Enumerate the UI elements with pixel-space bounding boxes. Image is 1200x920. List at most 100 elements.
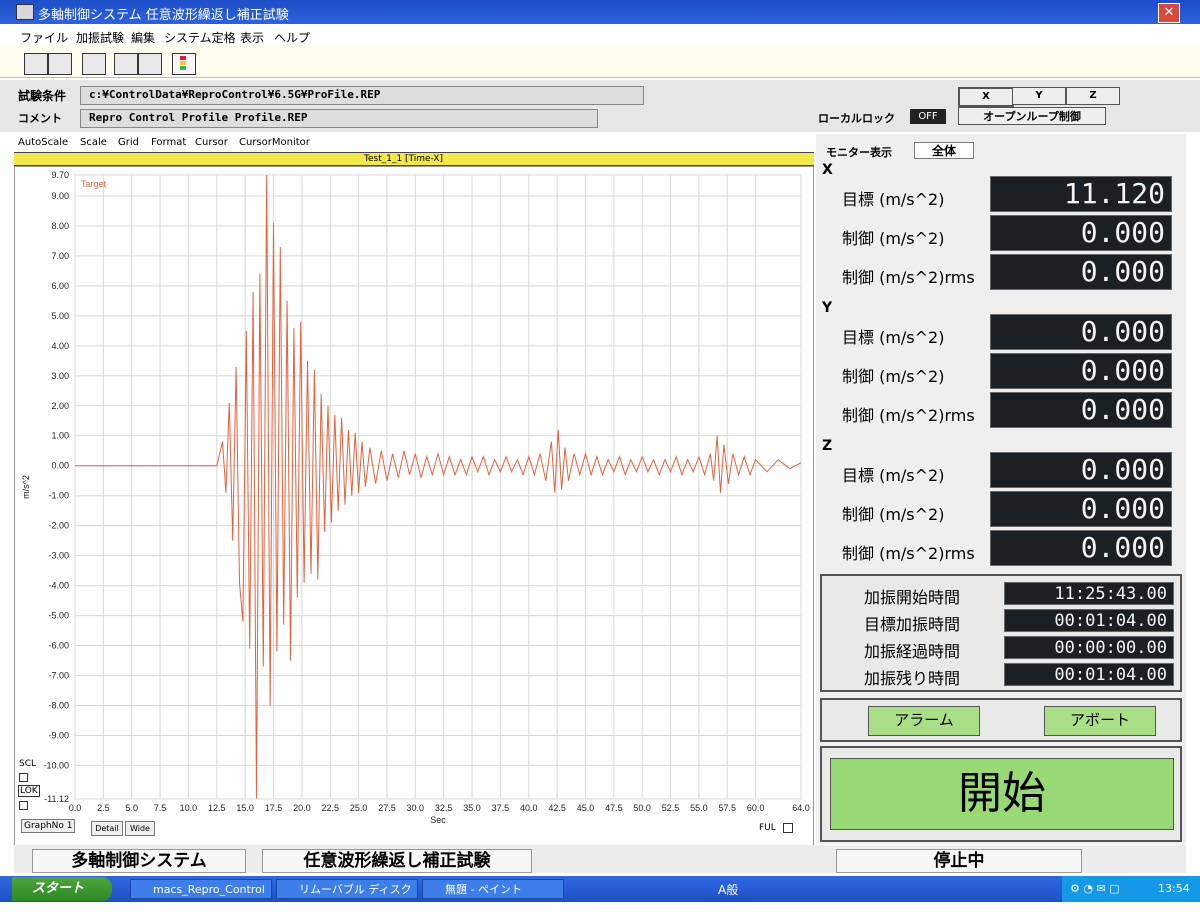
y-tick-label: 0.00 bbox=[51, 461, 69, 471]
comment-field[interactable]: Repro Control Profile Profile.REP bbox=[80, 109, 598, 128]
y-control-rms-value: 0.000 bbox=[990, 392, 1172, 428]
graph-title-bar: Test_1_1 [Time-X] bbox=[14, 152, 814, 166]
y-tick-label: 3.00 bbox=[51, 371, 69, 381]
alarm-button[interactable]: アラーム bbox=[868, 706, 980, 736]
ful-checkbox[interactable] bbox=[783, 823, 793, 833]
system-tray: ⚙ ◔ ✉ ▢ 13:54 bbox=[1062, 876, 1200, 902]
close-button[interactable]: ✕ bbox=[1158, 3, 1180, 23]
open-folder-icon[interactable] bbox=[24, 53, 48, 75]
menu-test[interactable]: 加振試験 bbox=[76, 29, 124, 46]
y-tick-label: -8.00 bbox=[48, 700, 69, 710]
z-control-rms-label: 制御 (m/s^2)rms bbox=[842, 544, 975, 563]
taskbar-item-paint[interactable]: 無題 - ペイント bbox=[422, 879, 564, 899]
graph-menu-cursor[interactable]: Cursor bbox=[195, 137, 228, 148]
x-tick-label: 52.5 bbox=[662, 803, 680, 813]
start-button[interactable]: 開始 bbox=[830, 758, 1174, 830]
x-tick-label: 30.0 bbox=[407, 803, 425, 813]
y-tick-label: -1.00 bbox=[48, 491, 69, 501]
x-tick-label: 15.0 bbox=[236, 803, 254, 813]
taskbar-item-removable-disk[interactable]: リムーバブル ディスク (E:) bbox=[276, 879, 418, 916]
axis-z-button[interactable]: Z bbox=[1066, 87, 1120, 105]
document-icon[interactable] bbox=[114, 53, 138, 75]
x-tick-label: 60.0 bbox=[747, 803, 765, 813]
clock: 13:54 bbox=[1158, 882, 1190, 895]
elapsed-time-value: 00:00:00.00 bbox=[1004, 636, 1174, 659]
time-panel: 加振開始時間 11:25:43.00 目標加振時間 00:01:04.00 加振… bbox=[820, 574, 1182, 692]
y-axis-label: m/s^2 bbox=[21, 475, 31, 499]
x-tick-label: 32.5 bbox=[435, 803, 453, 813]
axis-y-button[interactable]: Y bbox=[1012, 87, 1066, 105]
monitor-mode-select[interactable]: 全体 bbox=[914, 142, 974, 159]
x-tick-label: 47.5 bbox=[605, 803, 623, 813]
graph-menu-cursor-monitor[interactable]: CursorMonitor bbox=[239, 137, 310, 148]
x-tick-label: 27.5 bbox=[378, 803, 396, 813]
menu-help[interactable]: ヘルプ bbox=[274, 29, 310, 46]
z-target-value: 0.000 bbox=[990, 452, 1172, 488]
alarm-abort-panel: アラーム アボート bbox=[820, 698, 1182, 742]
graph-menu-grid[interactable]: Grid bbox=[118, 137, 139, 148]
x-tick-label: 50.0 bbox=[633, 803, 651, 813]
axis-z-label: Z bbox=[822, 438, 833, 454]
start-menu-button[interactable]: スタート bbox=[12, 877, 112, 901]
graph-menu-autoscale[interactable]: AutoScale bbox=[18, 137, 68, 148]
signal-icon[interactable] bbox=[172, 53, 196, 75]
print-icon[interactable] bbox=[82, 53, 106, 75]
monitor-panel: モニター表示 全体 X 目標 (m/s^2) 11.120 制御 (m/s^2)… bbox=[816, 134, 1186, 844]
x-target-label: 目標 (m/s^2) bbox=[842, 190, 945, 209]
save-icon[interactable] bbox=[48, 53, 72, 75]
local-lock-indicator: OFF bbox=[910, 109, 946, 124]
y-tick-label: -9.00 bbox=[48, 730, 69, 740]
y-tick-label: -7.00 bbox=[48, 671, 69, 681]
start-time-value: 11:25:43.00 bbox=[1004, 582, 1174, 605]
detail-button[interactable]: Detail bbox=[91, 821, 123, 836]
y-tick-label: 7.00 bbox=[51, 251, 69, 261]
z-control-value: 0.000 bbox=[990, 491, 1172, 527]
menu-file[interactable]: ファイル bbox=[20, 29, 68, 46]
y-target-label: 目標 (m/s^2) bbox=[842, 328, 945, 347]
graph-menu-format[interactable]: Format bbox=[151, 137, 186, 148]
line-chart[interactable]: 0.0 2.5 5.0 7.5 10.0 12.5 15.0 17.5 20.0 22.5 25.0… bbox=[15, 167, 813, 847]
x-tick-label: 0.0 bbox=[69, 803, 82, 813]
y-control-value: 0.000 bbox=[990, 353, 1172, 389]
local-lock-label: ローカルロック bbox=[818, 112, 895, 125]
app-icon bbox=[16, 4, 34, 20]
y-tick-label: 6.00 bbox=[51, 281, 69, 291]
x-tick-label: 64.0 bbox=[792, 803, 810, 813]
x-target-value: 11.120 bbox=[990, 176, 1172, 212]
lok-label[interactable]: LOK bbox=[18, 785, 40, 797]
x-tick-label: 55.0 bbox=[690, 803, 708, 813]
y-tick-label: -6.00 bbox=[48, 641, 69, 651]
open-loop-button[interactable]: オープンループ制御 bbox=[958, 107, 1106, 125]
comment-label: コメント bbox=[18, 112, 62, 125]
tray-icons[interactable]: ⚙ ◔ ✉ ▢ bbox=[1070, 876, 1120, 902]
x-control-rms-value: 0.000 bbox=[990, 254, 1172, 290]
y-tick-label: -3.00 bbox=[48, 551, 69, 561]
menu-view[interactable]: 表示 bbox=[240, 29, 264, 46]
axis-y-label: Y bbox=[822, 300, 833, 316]
print-preview-icon[interactable] bbox=[138, 53, 162, 75]
wide-button[interactable]: Wide bbox=[125, 821, 155, 836]
y-control-rms-label: 制御 (m/s^2)rms bbox=[842, 406, 975, 425]
remaining-time-value: 00:01:04.00 bbox=[1004, 663, 1174, 686]
scl-checkbox[interactable] bbox=[19, 773, 28, 782]
lok-checkbox[interactable] bbox=[19, 801, 28, 810]
axis-x-button[interactable]: X bbox=[958, 87, 1014, 107]
y-tick-label: 2.00 bbox=[51, 401, 69, 411]
y-control-label: 制御 (m/s^2) bbox=[842, 367, 945, 386]
z-control-rms-value: 0.000 bbox=[990, 530, 1172, 566]
taskbar-item-macs[interactable]: macs_Repro_Control bbox=[130, 879, 272, 899]
abort-button[interactable]: アボート bbox=[1044, 706, 1156, 736]
graph-menu-scale[interactable]: Scale bbox=[80, 137, 107, 148]
y-tick-label: 4.00 bbox=[51, 341, 69, 351]
conditions-label: 試験条件 bbox=[18, 89, 67, 103]
conditions-path-field[interactable]: c:¥ControlData¥ReproControl¥6.5G¥ProFile… bbox=[80, 86, 644, 105]
run-state-status: 停止中 bbox=[836, 849, 1082, 873]
x-tick-label: 17.5 bbox=[265, 803, 283, 813]
toolbar bbox=[0, 46, 1200, 78]
menu-system-rating[interactable]: システム定格 bbox=[164, 29, 236, 46]
menu-edit[interactable]: 編集 bbox=[131, 29, 155, 46]
ime-indicator[interactable]: A般 bbox=[718, 881, 738, 898]
ful-label: FUL bbox=[759, 823, 776, 833]
x-control-value: 0.000 bbox=[990, 215, 1172, 251]
z-target-label: 目標 (m/s^2) bbox=[842, 466, 945, 485]
